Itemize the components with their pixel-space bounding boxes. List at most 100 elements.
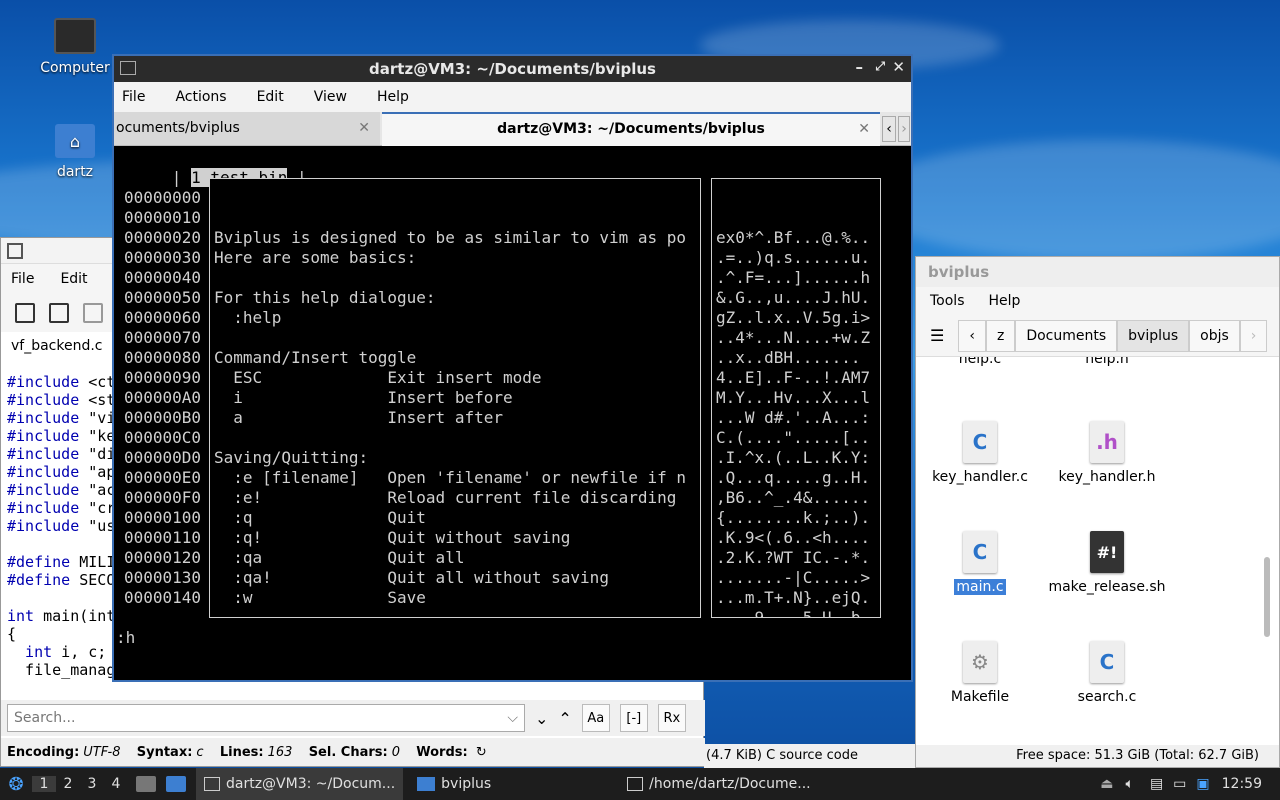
fm-scrollbar[interactable] <box>1264 557 1270 637</box>
path-documents[interactable]: Documents <box>1015 319 1118 352</box>
menu-tools[interactable]: Tools <box>930 293 965 309</box>
terminal-tab-1[interactable]: ocuments/bviplus ✕ <box>114 112 380 145</box>
desktop-icon-home[interactable]: ⌂ dartz <box>30 124 120 180</box>
tab-close-icon[interactable]: ✕ <box>858 114 870 144</box>
help-line: Bviplus is designed to be as similar to … <box>214 228 687 247</box>
open-folder-icon[interactable] <box>49 303 69 323</box>
workspace-3[interactable]: 3 <box>80 776 104 792</box>
tab-scroll-left-icon[interactable]: ‹ <box>882 116 896 142</box>
refresh-icon[interactable]: ↻ <box>472 745 487 760</box>
menu-help[interactable]: Help <box>377 89 409 105</box>
workspace-4[interactable]: 4 <box>104 776 128 792</box>
fm-status-left: (4.7 KiB) C source code <box>704 744 915 768</box>
sel-chars-label: Sel. Chars: <box>308 744 388 760</box>
find-next-icon[interactable]: ⌄ <box>535 709 548 728</box>
path-forward-button[interactable]: › <box>1239 319 1268 352</box>
show-desktop-icon[interactable] <box>136 776 156 792</box>
chevron-down-icon[interactable]: ⌵ <box>507 710 518 726</box>
code-line: #define SECO <box>7 571 113 589</box>
tab-vf-backend[interactable]: vf_backend.c <box>1 332 114 360</box>
command-line[interactable]: :h <box>116 628 135 648</box>
folder-launcher-icon[interactable] <box>166 776 186 792</box>
menu-actions[interactable]: Actions <box>175 89 226 105</box>
file-item-search-c[interactable]: C search.c <box>1047 641 1167 705</box>
task-terminal[interactable]: dartz@VM3: ~/Docum... <box>196 768 404 800</box>
menu-view[interactable]: View <box>314 89 347 105</box>
c-file-icon: C <box>963 421 997 463</box>
hex-offset: 00000030 <box>124 248 202 267</box>
file-item-key-handler-h[interactable]: .h key_handler.h <box>1047 421 1167 485</box>
help-line: a Insert after <box>214 408 503 427</box>
file-item-key-handler-c[interactable]: C key_handler.c <box>920 421 1040 485</box>
gear-icon: ⚙ <box>963 641 997 683</box>
clipboard-icon[interactable]: ▤ <box>1150 776 1163 792</box>
file-item[interactable]: help.c <box>920 357 1040 367</box>
start-menu-icon[interactable]: ❂ <box>0 774 32 795</box>
workspace-2[interactable]: 2 <box>56 776 80 792</box>
regex-button[interactable]: Rx <box>657 704 686 732</box>
file-item-makefile[interactable]: ⚙ Makefile <box>920 641 1040 705</box>
updates-icon[interactable]: ▣ <box>1196 776 1209 792</box>
eject-icon[interactable]: ⏏ <box>1100 776 1113 792</box>
hex-offset: 000000A0 <box>124 388 202 407</box>
file-item-main-c[interactable]: C main.c <box>920 531 1040 595</box>
path-bviplus[interactable]: bviplus <box>1117 319 1190 352</box>
ascii-line: ...m.T+.N}..ejQ. <box>716 588 871 607</box>
hex-offset: 00000100 <box>124 508 202 527</box>
menu-file[interactable]: File <box>122 89 145 105</box>
volume-icon[interactable]: 🔈︎ <box>1126 776 1134 792</box>
menu-help[interactable]: Help <box>989 293 1021 309</box>
terminal-tab-2[interactable]: dartz@VM3: ~/Documents/bviplus ✕ <box>382 112 880 146</box>
ascii-text: ex0*^.Bf...@.%.. .=..)q.s......u. .^.F=...… <box>712 219 880 617</box>
tab-scroll-right-icon[interactable]: › <box>898 116 910 142</box>
ascii-line: .=..)q.s......u. <box>716 248 871 267</box>
home-folder-icon: ⌂ <box>55 124 95 158</box>
search-input[interactable]: Search... ⌵ <box>7 704 525 732</box>
menu-file[interactable]: File <box>11 271 34 287</box>
help-line: :e [filename] Open 'filename' or newfile… <box>214 468 687 487</box>
desktop-icon-computer[interactable]: Computer <box>30 18 120 76</box>
save-icon[interactable] <box>83 303 103 323</box>
menu-edit[interactable]: Edit <box>257 89 284 105</box>
fm-titlebar[interactable]: bviplus <box>916 257 1279 287</box>
ascii-line: ..x..dBH....... <box>716 348 861 367</box>
terminal-screen[interactable]: | 1 test.bin | 0000000000000010000000200… <box>114 146 911 680</box>
code-line: { <box>7 625 17 643</box>
code-line: #include "ke <box>7 427 113 445</box>
terminal-titlebar[interactable]: dartz@VM3: ~/Documents/bviplus – ⤢ ✕ <box>114 56 911 82</box>
help-line: :q Quit <box>214 508 426 527</box>
code-area[interactable]: #include <ct #include <st #include "vi #inc… <box>1 373 113 679</box>
file-item-make-release[interactable]: #! make_release.sh <box>1047 531 1167 595</box>
help-line: Command/Insert toggle <box>214 348 417 367</box>
new-file-icon[interactable] <box>15 303 35 323</box>
menu-edit[interactable]: Edit <box>60 271 87 287</box>
workspace-1[interactable]: 1 <box>32 776 56 792</box>
network-icon[interactable]: ▭ <box>1173 776 1186 792</box>
tab-close-icon[interactable]: ✕ <box>358 112 370 145</box>
hex-offset: 00000090 <box>124 368 202 387</box>
help-line: :q! Quit without saving <box>214 528 571 547</box>
ascii-line: C.(....".....[.. <box>716 428 871 447</box>
sel-chars-value: 0 <box>391 744 400 760</box>
hex-offset: 000000F0 <box>124 488 202 507</box>
task-file-manager[interactable]: bviplus <box>409 768 499 800</box>
help-line <box>214 328 700 348</box>
path-objs[interactable]: objs <box>1189 319 1240 352</box>
hex-offset: 00000080 <box>124 348 202 367</box>
task-text-editor[interactable]: /home/dartz/Docume... <box>619 768 818 800</box>
whole-word-button[interactable]: [-] <box>619 704 648 732</box>
match-case-button[interactable]: Aa <box>581 704 610 732</box>
path-z[interactable]: z <box>985 319 1016 352</box>
find-previous-icon[interactable]: ⌃ <box>558 709 571 728</box>
ascii-line: .Q...q.....g..H. <box>716 468 871 487</box>
close-icon[interactable]: ✕ <box>892 58 905 76</box>
list-view-icon[interactable]: ☰ <box>930 326 944 345</box>
hex-offset: 00000140 <box>124 588 202 607</box>
path-back-button[interactable]: ‹ <box>958 319 986 352</box>
file-item[interactable]: help.h <box>1047 357 1167 367</box>
minimize-icon[interactable]: – <box>856 58 864 76</box>
help-line <box>214 428 700 448</box>
maximize-icon[interactable]: ⤢ <box>875 59 885 74</box>
lines-label: Lines: <box>219 744 264 760</box>
clock: 12:59 <box>1221 776 1262 792</box>
